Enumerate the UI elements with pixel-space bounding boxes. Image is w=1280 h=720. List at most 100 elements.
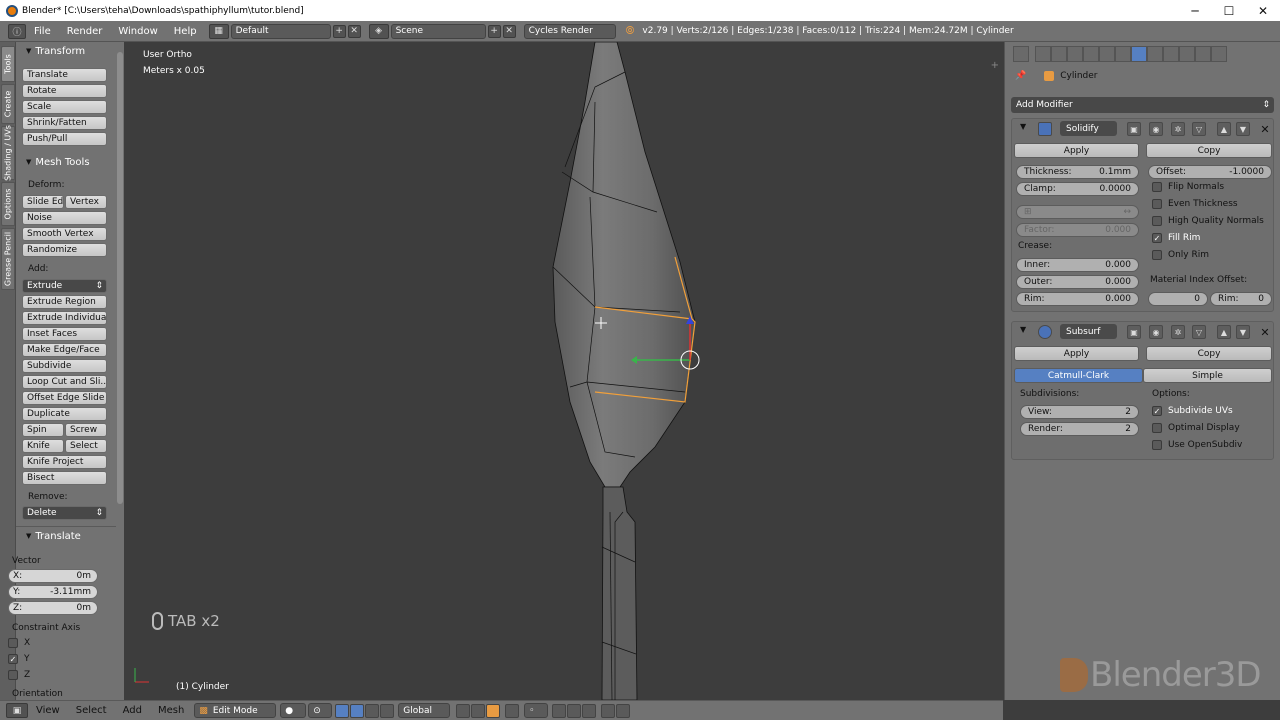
clamp-field[interactable]: Clamp: 0.0000: [1016, 182, 1139, 196]
tab-grease-pencil[interactable]: Grease Pencil: [1, 228, 15, 290]
simple-toggle[interactable]: Simple: [1143, 368, 1272, 383]
make-edge-face-button[interactable]: Make Edge/Face: [22, 343, 107, 357]
move-down-icon[interactable]: ▼: [1236, 122, 1250, 136]
remove-modifier-icon[interactable]: ✕: [1258, 325, 1272, 339]
scene-select[interactable]: Scene: [390, 23, 486, 39]
menu-mesh[interactable]: Mesh: [150, 705, 192, 716]
translate-manipulator-icon[interactable]: [350, 703, 365, 718]
scale-button[interactable]: Scale: [22, 100, 107, 114]
menu-render[interactable]: Render: [59, 26, 111, 37]
material-offset-field[interactable]: 0: [1148, 292, 1208, 306]
spin-button[interactable]: Spin: [22, 423, 64, 437]
add-region-icon[interactable]: +: [991, 60, 999, 71]
menu-add[interactable]: Add: [115, 705, 150, 716]
cage-toggle-icon[interactable]: ▽: [1192, 325, 1206, 339]
snap-element-icon[interactable]: [567, 703, 582, 718]
crease-rim-field[interactable]: Rim: 0.000: [1016, 292, 1139, 306]
opengl-render-icon[interactable]: [601, 703, 616, 718]
subdiv-view-field[interactable]: View: 2: [1020, 405, 1139, 419]
maximize-button[interactable]: ☐: [1212, 4, 1246, 18]
offset-edge-slide-button[interactable]: Offset Edge Slide: [22, 391, 107, 405]
screw-button[interactable]: Screw: [65, 423, 107, 437]
randomize-button[interactable]: Randomize: [22, 243, 107, 257]
editor-type-icon[interactable]: ⓘ: [8, 23, 26, 39]
shrink-fatten-button[interactable]: Shrink/Fatten: [22, 116, 107, 130]
solidify-apply-button[interactable]: Apply: [1014, 143, 1139, 158]
delete-dropdown[interactable]: Delete ⇕: [22, 506, 107, 520]
render-tab-icon[interactable]: [1035, 46, 1051, 62]
use-opensubdiv-checkbox[interactable]: Use OpenSubdiv: [1152, 440, 1242, 450]
render-engine-select[interactable]: Cycles Render: [523, 23, 616, 39]
noise-button[interactable]: Noise: [22, 211, 107, 225]
solidify-name-field[interactable]: Solidify: [1060, 121, 1117, 136]
scene-tab-icon[interactable]: [1067, 46, 1083, 62]
transform-orientation-select[interactable]: Global: [398, 703, 451, 718]
loop-cut-button[interactable]: Loop Cut and Sli...: [22, 375, 107, 389]
scene-remove-icon[interactable]: ✕: [502, 24, 516, 38]
bisect-button[interactable]: Bisect: [22, 471, 107, 485]
scale-manipulator-icon[interactable]: [380, 703, 395, 718]
viewport-toggle-icon[interactable]: ◉: [1149, 122, 1163, 136]
rotate-manipulator-icon[interactable]: [365, 703, 380, 718]
knife-project-button[interactable]: Knife Project: [22, 455, 107, 469]
tab-tools[interactable]: Tools: [1, 46, 15, 82]
thickness-field[interactable]: Thickness: 0.1mm: [1016, 165, 1139, 179]
material-tab-icon[interactable]: [1163, 46, 1179, 62]
editor-type-icon[interactable]: ▣: [6, 703, 28, 718]
cage-toggle-icon[interactable]: ▽: [1192, 122, 1206, 136]
subdivide-button[interactable]: Subdivide: [22, 359, 107, 373]
duplicate-button[interactable]: Duplicate: [22, 407, 107, 421]
pivot-point-select[interactable]: ⊙: [308, 703, 333, 718]
layout-select[interactable]: Default: [230, 23, 331, 39]
only-rim-checkbox[interactable]: Only Rim: [1152, 250, 1209, 260]
scene-add-icon[interactable]: +: [487, 24, 501, 38]
edge-select-icon[interactable]: [471, 703, 486, 718]
render-toggle-icon[interactable]: ▣: [1127, 122, 1141, 136]
panel-transform-header[interactable]: ▼ Transform: [16, 42, 124, 60]
menu-view[interactable]: View: [28, 705, 68, 716]
knife-select-button[interactable]: Select: [65, 439, 107, 453]
proportional-edit-select[interactable]: ◦: [524, 703, 549, 718]
minimize-button[interactable]: ─: [1178, 4, 1212, 18]
editmode-toggle-icon[interactable]: ✲: [1171, 122, 1185, 136]
extrude-region-button[interactable]: Extrude Region: [22, 295, 107, 309]
slide-vertex-button[interactable]: Vertex: [65, 195, 107, 209]
collapse-triangle-icon[interactable]: ▼: [1020, 325, 1026, 334]
subsurf-name-field[interactable]: Subsurf: [1060, 324, 1117, 339]
texture-tab-icon[interactable]: [1179, 46, 1195, 62]
limit-selection-icon[interactable]: [505, 703, 520, 718]
vertex-select-icon[interactable]: [456, 703, 471, 718]
knife-button[interactable]: Knife: [22, 439, 64, 453]
close-window-button[interactable]: ✕: [1246, 4, 1280, 18]
menu-select[interactable]: Select: [68, 705, 115, 716]
subdiv-render-field[interactable]: Render: 2: [1020, 422, 1139, 436]
mode-select[interactable]: ▩ Edit Mode: [194, 703, 277, 718]
layout-grid-icon[interactable]: ▦: [208, 23, 229, 39]
viewport-shading-select[interactable]: ●: [280, 703, 307, 718]
panel-translate-header[interactable]: ▼ Translate: [16, 527, 124, 545]
move-up-icon[interactable]: ▲: [1217, 325, 1231, 339]
move-up-icon[interactable]: ▲: [1217, 122, 1231, 136]
constraint-z-checkbox[interactable]: Z: [8, 670, 30, 680]
move-down-icon[interactable]: ▼: [1236, 325, 1250, 339]
manipulator-toggle-icon[interactable]: [335, 703, 350, 718]
scrollbar-thumb[interactable]: [117, 52, 123, 504]
data-tab-icon[interactable]: [1147, 46, 1163, 62]
solidify-copy-button[interactable]: Copy: [1146, 143, 1272, 158]
flip-normals-checkbox[interactable]: Flip Normals: [1152, 182, 1224, 192]
inset-faces-button[interactable]: Inset Faces: [22, 327, 107, 341]
particles-tab-icon[interactable]: [1195, 46, 1211, 62]
editmode-toggle-icon[interactable]: ✲: [1171, 325, 1185, 339]
layout-add-icon[interactable]: +: [332, 24, 346, 38]
rim-material-offset-field[interactable]: Rim: 0: [1210, 292, 1272, 306]
editor-type-icon[interactable]: [1013, 46, 1029, 62]
layout-remove-icon[interactable]: ✕: [347, 24, 361, 38]
rotate-button[interactable]: Rotate: [22, 84, 107, 98]
3d-viewport[interactable]: User Ortho Meters x 0.05 TAB x2 (1) Cyli…: [125, 42, 1003, 700]
catmull-clark-toggle[interactable]: Catmull-Clark: [1014, 368, 1143, 383]
crease-outer-field[interactable]: Outer: 0.000: [1016, 275, 1139, 289]
snap-toggle-icon[interactable]: [552, 703, 567, 718]
optimal-display-checkbox[interactable]: Optimal Display: [1152, 423, 1240, 433]
subdivide-uvs-checkbox[interactable]: ✓ Subdivide UVs: [1152, 406, 1233, 416]
tab-shading-uvs[interactable]: Shading / UVs: [1, 125, 15, 181]
